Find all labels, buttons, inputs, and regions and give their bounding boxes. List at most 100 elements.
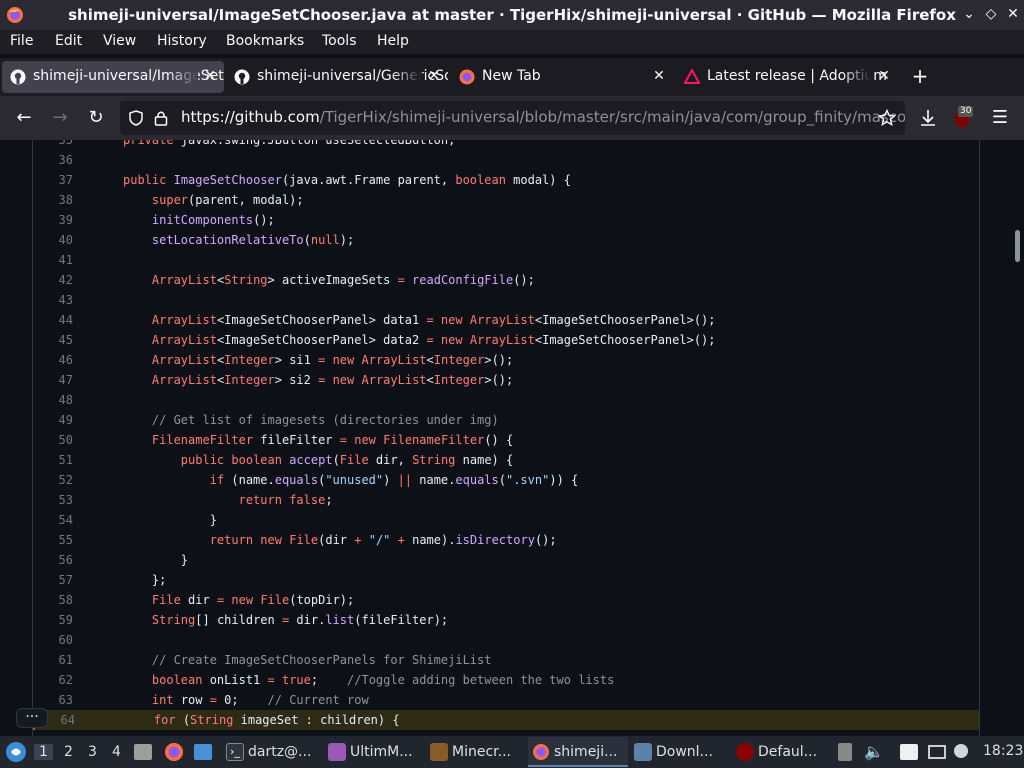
close-tab-icon[interactable]: ✕ xyxy=(651,68,667,84)
code-text: }; xyxy=(123,573,167,587)
forward-button[interactable]: → xyxy=(48,106,72,130)
close-tab-icon[interactable]: ✕ xyxy=(202,68,218,84)
desktop-launcher-icon[interactable] xyxy=(194,744,212,760)
url-bar[interactable]: https://github.com/TigerHix/shimeji-univ… xyxy=(120,101,905,135)
back-button[interactable]: ← xyxy=(12,106,36,130)
shield-icon[interactable] xyxy=(128,110,144,126)
line-number[interactable]: 63 xyxy=(33,690,73,710)
display-icon[interactable] xyxy=(928,745,946,759)
code-line: 62 boolean onList1 = true; //Toggle addi… xyxy=(33,670,979,690)
volume-icon[interactable]: 🔈 xyxy=(864,742,884,761)
line-number[interactable]: 45 xyxy=(33,330,73,350)
line-number[interactable]: 36 xyxy=(33,150,73,170)
scrollbar-thumb[interactable] xyxy=(1015,230,1020,262)
code-line: 44 ArrayList<ImageSetChooserPanel> data1… xyxy=(33,310,979,330)
line-number[interactable]: 39 xyxy=(33,210,73,230)
code-text: File dir = new File(topDir); xyxy=(151,593,355,607)
code-text: private javax.swing.JButton useSelectedB… xyxy=(123,140,456,147)
github-icon xyxy=(234,69,250,85)
workspace-3[interactable]: 3 xyxy=(88,744,97,760)
tab-adoptium[interactable]: Latest release | Adoptium ✕ xyxy=(676,61,898,93)
menu-edit[interactable]: Edit xyxy=(55,33,82,49)
code-line: 41 xyxy=(33,250,979,270)
close-button[interactable]: ✕ xyxy=(1004,5,1022,23)
task-firefox-shimeji[interactable]: shimeji... xyxy=(528,737,628,767)
tab-new-tab[interactable]: New Tab ✕ xyxy=(451,61,673,93)
line-number[interactable]: 57 xyxy=(33,570,73,590)
line-number[interactable]: 62 xyxy=(33,670,73,690)
line-number[interactable]: 60 xyxy=(33,630,73,650)
line-number[interactable]: 59 xyxy=(33,610,73,630)
code-line: 64 for (String imageSet : children) { xyxy=(33,710,979,730)
tab-generic[interactable]: shimeji-universal/GenericSomething ✕ xyxy=(226,61,448,93)
line-number[interactable]: 61 xyxy=(33,650,73,670)
code-text: boolean onList1 = true; //Toggle adding … xyxy=(151,673,615,687)
menu-help[interactable]: Help xyxy=(377,33,409,49)
network-icon[interactable] xyxy=(954,744,968,758)
line-number[interactable]: 46 xyxy=(33,350,73,370)
code-text: for (String imageSet : children) { xyxy=(153,713,400,727)
line-number[interactable]: 54 xyxy=(33,510,73,530)
menu-tools[interactable]: Tools xyxy=(322,33,357,49)
clipboard-icon[interactable] xyxy=(900,744,918,760)
line-number[interactable]: 44 xyxy=(33,310,73,330)
task-label: Defaul... xyxy=(758,744,818,760)
task-label: Downl... xyxy=(656,744,713,760)
maximize-button[interactable]: ◇ xyxy=(982,5,1000,23)
line-number[interactable]: 55 xyxy=(33,530,73,550)
close-tab-icon[interactable]: ✕ xyxy=(426,68,442,84)
new-tab-button[interactable]: + xyxy=(910,66,930,86)
line-number[interactable]: 58 xyxy=(33,590,73,610)
task-terminal[interactable]: ›_ dartz@... xyxy=(222,737,322,767)
line-number[interactable]: 53 xyxy=(33,490,73,510)
more-options-button[interactable]: ··· xyxy=(16,708,48,728)
line-number[interactable]: 56 xyxy=(33,550,73,570)
ublock-badge: 30 xyxy=(958,106,974,117)
reload-button[interactable]: ↻ xyxy=(84,106,108,130)
menu-bookmarks[interactable]: Bookmarks xyxy=(226,33,304,49)
menu-view[interactable]: View xyxy=(103,33,136,49)
task-minecraft[interactable]: Minecr... xyxy=(426,737,526,767)
code-text: return false; xyxy=(238,493,333,507)
task-ultimm[interactable]: UltimM... xyxy=(324,737,424,767)
code-text: ArrayList<Integer> si1 = new ArrayList<I… xyxy=(151,353,514,367)
tab-fade xyxy=(842,61,872,93)
lock-icon[interactable] xyxy=(154,110,168,126)
line-number[interactable]: 50 xyxy=(33,430,73,450)
tab-bar: shimeji-universal/ImageSetChooser.java ✕… xyxy=(0,58,1024,96)
line-number[interactable]: 43 xyxy=(33,290,73,310)
line-number[interactable]: 52 xyxy=(33,470,73,490)
ublock-origin-button[interactable]: 30 xyxy=(952,106,976,130)
line-number[interactable]: 37 xyxy=(33,170,73,190)
tab-imagesetchooser[interactable]: shimeji-universal/ImageSetChooser.java ✕ xyxy=(2,61,224,93)
notification-icon[interactable] xyxy=(838,743,852,761)
line-number[interactable]: 47 xyxy=(33,370,73,390)
menu-history[interactable]: History xyxy=(157,33,207,49)
task-label: dartz@... xyxy=(248,744,312,760)
task-wine-default[interactable]: Defaul... xyxy=(732,737,832,767)
firefox-launcher-icon[interactable] xyxy=(164,742,184,762)
line-number[interactable]: 48 xyxy=(33,390,73,410)
line-number[interactable]: 42 xyxy=(33,270,73,290)
line-number[interactable]: 49 xyxy=(33,410,73,430)
start-menu-icon[interactable] xyxy=(5,741,27,763)
menu-file[interactable]: File xyxy=(10,33,33,49)
line-number[interactable]: 51 xyxy=(33,450,73,470)
files-launcher-icon[interactable] xyxy=(134,744,152,760)
url-text[interactable]: https://github.com/TigerHix/shimeji-univ… xyxy=(181,108,905,126)
task-label: shimeji... xyxy=(554,744,618,760)
hamburger-menu-icon[interactable]: ☰ xyxy=(988,106,1012,130)
line-number[interactable]: 38 xyxy=(33,190,73,210)
workspace-2[interactable]: 2 xyxy=(64,744,73,760)
code-text: setLocationRelativeTo(null); xyxy=(151,233,355,247)
line-number[interactable]: 41 xyxy=(33,250,73,270)
bookmark-star-icon[interactable] xyxy=(878,109,896,127)
workspace-4[interactable]: 4 xyxy=(112,744,121,760)
code-line: 40 setLocationRelativeTo(null); xyxy=(33,230,979,250)
download-icon[interactable] xyxy=(918,108,938,128)
minimize-button[interactable]: ⌄ xyxy=(960,5,978,23)
workspace-1[interactable]: 1 xyxy=(34,744,53,760)
task-downloads[interactable]: Downl... xyxy=(630,737,730,767)
line-number[interactable]: 40 xyxy=(33,230,73,250)
close-tab-icon[interactable]: ✕ xyxy=(876,68,892,84)
